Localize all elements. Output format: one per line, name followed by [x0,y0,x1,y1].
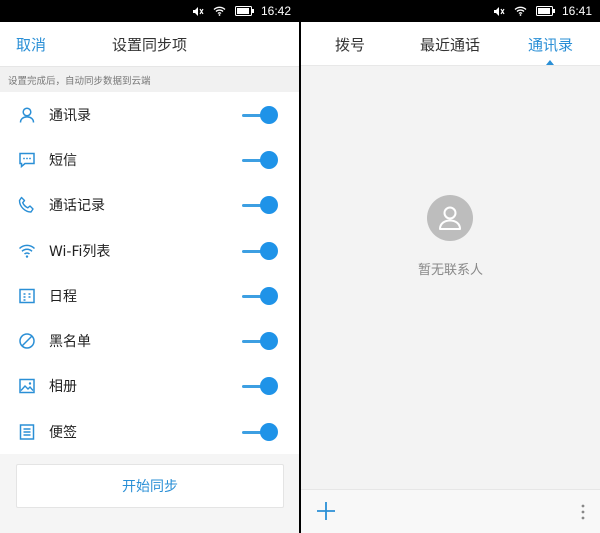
contacts-tab-bar: 拨号 最近通话 通讯录 [301,22,600,66]
sync-item-label: Wi-Fi列表 [49,243,111,260]
image-icon [17,376,37,396]
contacts-panel: 16:41 拨号 最近通话 通讯录 暂无联系人 [301,0,600,533]
status-time: 16:41 [561,4,592,18]
tab-dialer[interactable]: 拨号 [335,22,365,66]
cancel-button[interactable]: 取消 [16,34,46,55]
status-bar: 16:41 [301,0,600,22]
sync-item-label: 便签 [49,424,77,441]
sync-item-label: 短信 [49,152,77,169]
sync-item-label: 日程 [49,288,77,305]
active-tab-indicator [546,60,554,65]
wifi-status-icon [213,6,226,16]
add-contact-icon[interactable] [313,498,339,524]
empty-contact-avatar-icon [427,195,473,241]
phone-icon [17,195,37,215]
wifi-status-icon [514,6,527,16]
sync-item-label: 相册 [49,379,77,396]
sync-settings-panel: 16:42 取消 设置同步项 设置完成后，自动同步数据到云端 通讯录 短信 通话… [0,0,299,533]
wifi-toggle[interactable] [242,241,278,260]
sms-toggle[interactable] [242,150,278,169]
contacts-bottom-bar [301,489,600,533]
wifi-icon [17,241,37,261]
calendar-icon [17,286,37,306]
tab-recent-calls[interactable]: 最近通话 [420,22,480,66]
sync-item-sms: 短信 [0,137,299,182]
sync-item-label: 通讯录 [49,107,91,124]
battery-icon [234,6,255,16]
sync-item-wifi: Wi-Fi列表 [0,228,299,273]
empty-contacts-text: 暂无联系人 [417,263,483,278]
sync-item-call-log: 通话记录 [0,183,299,228]
sync-item-list: 通讯录 短信 通话记录 Wi-Fi列表 日程 黑名单 相册 便签 [0,92,299,455]
mute-icon [493,6,505,17]
sync-item-contacts: 通讯录 [0,92,299,137]
page-title: 设置同步项 [112,35,188,54]
start-sync-button[interactable]: 开始同步 [16,464,284,508]
sync-item-blacklist: 黑名单 [0,318,299,363]
sync-item-label: 黑名单 [49,334,91,351]
status-time: 16:42 [260,4,291,18]
sync-item-notes: 便签 [0,409,299,454]
blacklist-toggle[interactable] [242,332,278,351]
contacts-toggle[interactable] [242,105,278,124]
album-toggle[interactable] [242,377,278,396]
contacts-icon [17,105,37,125]
notes-toggle[interactable] [242,422,278,441]
block-icon [17,331,37,351]
battery-icon [535,6,556,16]
sync-header: 取消 设置同步项 [0,22,299,66]
sync-hint: 设置完成后，自动同步数据到云端 [0,66,299,92]
sync-item-album: 相册 [0,364,299,409]
call-log-toggle[interactable] [242,196,278,215]
sync-item-calendar: 日程 [0,273,299,318]
calendar-toggle[interactable] [242,286,278,305]
note-icon [17,422,37,442]
sync-item-label: 通话记录 [49,198,105,215]
status-bar: 16:42 [0,0,299,22]
mute-icon [192,6,204,17]
sms-icon [17,150,37,170]
more-options-icon[interactable] [578,500,588,524]
